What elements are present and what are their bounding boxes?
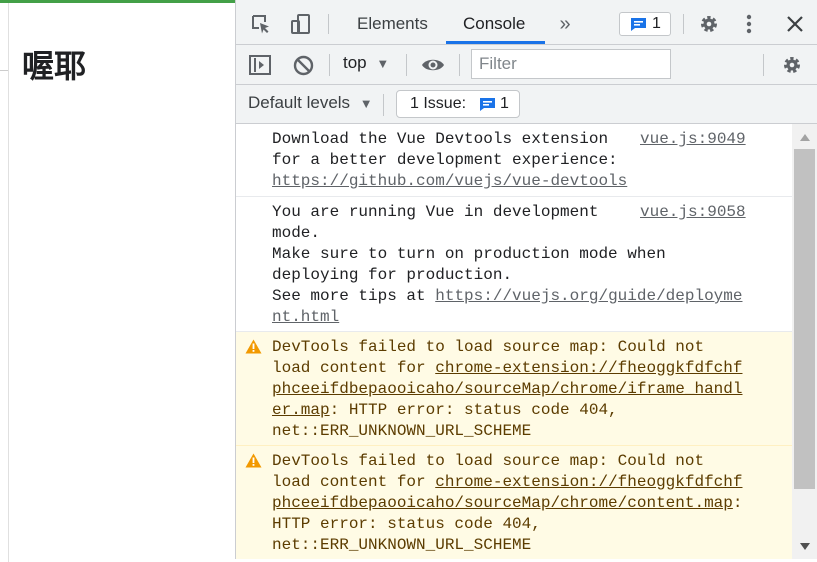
page-edge-divider — [0, 70, 8, 71]
chevron-double-right-icon[interactable]: » — [554, 12, 576, 36]
devtools-tab-bar: Elements Console » 1 — [236, 3, 817, 45]
context-selector[interactable]: top ▼ — [343, 53, 389, 77]
message-line: Make sure to turn on production mode whe… — [272, 245, 666, 263]
console-warning: DevTools failed to load source map: Coul… — [236, 332, 792, 446]
inspected-page: 喔耶 — [0, 0, 235, 562]
issues-label: 1 Issue: — [410, 95, 467, 112]
clear-console-icon[interactable] — [290, 53, 316, 77]
messages-badge[interactable]: 1 — [619, 12, 671, 36]
message-line: HTTP error: status code 404, — [272, 515, 541, 533]
console-message: vue.js:9058 You are running Vue in devel… — [236, 197, 792, 332]
triangle-down-icon: ▼ — [359, 96, 373, 111]
device-toolbar-icon[interactable] — [288, 12, 314, 36]
message-line: load content for — [272, 359, 436, 377]
message-link[interactable]: phceeifdbepaooicaho/sourceMap/chrome/ifr… — [272, 380, 742, 398]
issues-button[interactable]: 1 Issue: 1 — [396, 90, 520, 118]
active-tab-indicator — [446, 41, 545, 44]
message-source-link[interactable]: vue.js:9049 — [640, 129, 746, 150]
close-icon[interactable] — [783, 12, 807, 36]
toolbar-divider — [329, 54, 330, 76]
more-options-icon[interactable] — [739, 12, 759, 36]
message-line: net::ERR_UNKNOWN_URL_SCHEME — [272, 536, 532, 554]
messages-count: 1 — [652, 15, 661, 32]
message-line: See more tips at — [272, 287, 436, 305]
message-line: net::ERR_UNKNOWN_URL_SCHEME — [272, 422, 532, 440]
message-line: for a better development experience: — [272, 151, 618, 169]
warning-icon — [245, 339, 262, 361]
message-line: mode. — [272, 224, 321, 242]
triangle-down-icon: ▼ — [376, 56, 390, 71]
message-line: : — [732, 494, 743, 512]
issues-count: 1 — [500, 95, 509, 112]
message-link[interactable]: https://github.com/vuejs/vue-devtools — [272, 172, 627, 190]
message-link[interactable]: er.map — [272, 401, 330, 419]
page-heading: 喔耶 — [22, 47, 87, 85]
console-toolbar: top ▼ — [236, 45, 817, 85]
message-line: load content for — [272, 473, 436, 491]
message-icon — [478, 96, 496, 112]
toolbar-divider — [763, 54, 764, 76]
toolbar-divider — [383, 94, 384, 116]
console-message: vue.js:9049 Download the Vue Devtools ex… — [236, 124, 792, 197]
tab-console[interactable]: Console — [463, 3, 525, 44]
message-line: DevTools failed to load source map: Coul… — [272, 452, 705, 470]
message-icon — [629, 16, 647, 32]
message-line: deploying for production. — [272, 266, 513, 284]
toolbar-divider — [683, 14, 684, 34]
gear-icon[interactable] — [696, 12, 722, 36]
message-link[interactable]: chrome-extension://fheoggkfdfchf — [435, 359, 742, 377]
filter-input[interactable] — [471, 49, 671, 79]
console-warning: DevTools failed to load source map: Coul… — [236, 446, 792, 559]
console-levels-bar: Default levels ▼ 1 Issue: 1 — [236, 85, 817, 124]
toolbar-divider — [459, 54, 460, 76]
message-link[interactable]: phceeifdbepaooicaho/sourceMap/chrome/con… — [272, 494, 733, 512]
log-levels-label: Default levels — [248, 93, 351, 112]
context-label: top — [343, 53, 367, 72]
console-output: vue.js:9049 Download the Vue Devtools ex… — [236, 124, 792, 559]
message-line: : HTTP error: status code 404, — [329, 401, 618, 419]
toolbar-divider — [328, 14, 329, 34]
toolbar-divider — [406, 54, 407, 76]
console-settings-gear-icon[interactable] — [779, 53, 805, 77]
message-line: DevTools failed to load source map: Coul… — [272, 338, 705, 356]
eye-icon[interactable] — [419, 53, 447, 77]
devtools-panel: Elements Console » 1 top ▼ Filter Defaul… — [235, 0, 817, 559]
tab-elements[interactable]: Elements — [357, 3, 428, 44]
console-scrollbar[interactable] — [792, 124, 817, 559]
scroll-up-arrow-icon[interactable] — [792, 130, 817, 144]
log-levels-dropdown[interactable]: Default levels ▼ — [248, 93, 373, 113]
message-link[interactable]: nt.html — [272, 308, 339, 326]
message-link[interactable]: chrome-extension://fheoggkfdfchf — [435, 473, 742, 491]
message-link[interactable]: https://vuejs.org/guide/deployme — [435, 287, 742, 305]
warning-icon — [245, 453, 262, 475]
sidebar-toggle-icon[interactable] — [247, 53, 273, 77]
page-border — [8, 3, 9, 562]
message-source-link[interactable]: vue.js:9058 — [640, 202, 746, 223]
inspect-element-icon[interactable] — [248, 12, 274, 36]
scroll-down-arrow-icon[interactable] — [792, 539, 817, 553]
scrollbar-thumb[interactable] — [794, 149, 815, 489]
